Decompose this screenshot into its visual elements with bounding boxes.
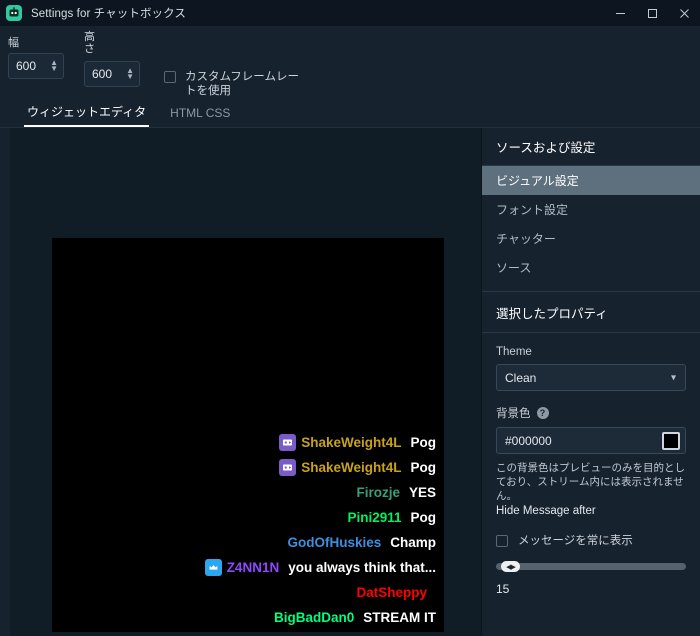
tab-html-css[interactable]: HTML CSS <box>167 106 233 127</box>
height-label: 高さ <box>84 31 95 55</box>
tab-bar: ウィジェットエディタ HTML CSS <box>0 95 700 128</box>
chat-text: Champ <box>390 535 436 550</box>
width-value: 600 <box>16 59 37 73</box>
chat-text: Pog <box>410 435 437 450</box>
sidebar-item-sources[interactable]: ソース <box>482 253 700 282</box>
chat-text: Pog <box>410 460 437 475</box>
chat-username: Firozje <box>356 485 400 500</box>
custom-framerate-row[interactable]: カスタムフレームレートを使用 <box>164 70 299 98</box>
chatbot-icon <box>6 5 22 21</box>
chat-message: ShakeWeight4L Pog <box>60 430 436 455</box>
height-field-group: 高さ 600 ▲ ▼ <box>84 31 140 87</box>
chat-message: BigBadDan0 STREAM IT <box>60 605 436 630</box>
window-controls <box>604 0 700 26</box>
always-show-row[interactable]: メッセージを常に表示 <box>496 532 686 548</box>
chat-text: Pog <box>410 510 437 525</box>
selected-properties-header: 選択したプロパティ <box>482 291 700 333</box>
hide-message-after-label: Hide Message after <box>496 505 596 517</box>
chevron-down-icon: ▾ <box>670 372 676 383</box>
chat-message: GodOfHuskies Champ <box>60 530 436 555</box>
theme-selected-value: Clean <box>505 370 537 385</box>
height-value: 600 <box>92 67 113 81</box>
always-show-checkbox[interactable] <box>496 534 508 547</box>
theme-label-text: Theme <box>496 346 532 358</box>
slider-thumb[interactable]: ◀▶ <box>501 561 520 572</box>
height-input[interactable]: 600 ▲ ▼ <box>84 61 140 87</box>
chat-message: DatSheppy <box>60 580 436 605</box>
chat-message: Pini2911 Pog <box>60 505 436 530</box>
theme-label: Theme <box>496 346 686 358</box>
sidebar-item-visual-settings[interactable]: ビジュアル設定 <box>482 166 700 195</box>
settings-window: Settings for チャットボックス 幅 600 ▲ ▼ 高さ 600 ▲… <box>0 0 700 636</box>
custom-framerate-checkbox[interactable] <box>164 71 176 83</box>
slider-value: 15 <box>496 582 510 596</box>
dimension-row: 幅 600 ▲ ▼ 高さ 600 ▲ ▼ カスタムフレームレートを使用 <box>0 26 700 98</box>
chat-message: Z4NN1N you always think that... <box>60 555 436 580</box>
height-stepper[interactable]: ▲ ▼ <box>126 67 134 81</box>
theme-select[interactable]: Clean ▾ <box>496 364 686 391</box>
sidebar-item-font-settings[interactable]: フォント設定 <box>482 195 700 224</box>
prime-badge-icon <box>204 559 222 576</box>
chat-username: BigBadDan0 <box>273 610 355 625</box>
sidebar-item-chatters[interactable]: チャッター <box>482 224 700 253</box>
tab-widget-editor[interactable]: ウィジェットエディタ <box>24 103 150 127</box>
background-helper-text: この背景色はプレビューのみを目的としており、ストリーム内には表示されません。 <box>496 462 685 502</box>
chat-username: DatSheppy <box>356 585 427 600</box>
width-stepper[interactable]: ▲ ▼ <box>50 59 58 73</box>
slider-track[interactable] <box>496 563 686 570</box>
window-title: Settings for チャットボックス <box>31 8 187 20</box>
editor-pane: ShakeWeight4L Pog ShakeWeight4L Pog Firo… <box>0 128 481 636</box>
chat-message: ShakeWeight4L Pog <box>60 455 436 480</box>
width-field-group: 幅 600 ▲ ▼ <box>8 37 64 79</box>
chat-username: Z4NN1N <box>226 560 280 575</box>
chat-text: YES <box>408 485 436 500</box>
close-button[interactable] <box>668 0 700 26</box>
hide-after-slider[interactable]: ◀▶ <box>496 561 686 572</box>
sidebar-section-title: ソースおよび設定 <box>496 141 596 155</box>
mod-badge-icon <box>279 459 297 476</box>
color-swatch[interactable] <box>662 431 680 450</box>
maximize-button[interactable] <box>636 0 668 26</box>
settings-sidebar: ソースおよび設定 ビジュアル設定 フォント設定 チャッター ソース 選択したプロ… <box>481 128 700 636</box>
width-input[interactable]: 600 ▲ ▼ <box>8 53 64 79</box>
background-color-value: #000000 <box>505 433 552 448</box>
chat-username: GodOfHuskies <box>287 535 382 550</box>
mod-badge-icon <box>279 434 297 451</box>
main-body: ShakeWeight4L Pog ShakeWeight4L Pog Firo… <box>0 128 700 636</box>
width-label: 幅 <box>8 37 19 49</box>
chat-message-list: ShakeWeight4L Pog ShakeWeight4L Pog Firo… <box>52 430 444 630</box>
properties-body: Theme Clean ▾ 背景色 ? #000000 この背景色はプレビューの… <box>482 333 700 596</box>
background-color-label: 背景色 ? <box>496 405 686 421</box>
title-bar: Settings for チャットボックス <box>0 0 700 26</box>
chat-username: Pini2911 <box>347 510 402 525</box>
always-show-label: メッセージを常に表示 <box>518 535 633 547</box>
chat-username: ShakeWeight4L <box>301 435 402 450</box>
chat-text: you always think that... <box>288 560 436 575</box>
background-color-input[interactable]: #000000 <box>496 427 686 454</box>
minimize-button[interactable] <box>604 0 636 26</box>
chat-username: ShakeWeight4L <box>301 460 402 475</box>
chat-message: Firozje YES <box>60 480 436 505</box>
custom-framerate-label: カスタムフレームレートを使用 <box>185 71 299 97</box>
chat-preview-canvas: ShakeWeight4L Pog ShakeWeight4L Pog Firo… <box>52 238 444 632</box>
help-icon[interactable]: ? <box>536 407 549 419</box>
background-color-label-text: 背景色 <box>496 408 531 420</box>
chat-text: STREAM IT <box>363 610 436 625</box>
